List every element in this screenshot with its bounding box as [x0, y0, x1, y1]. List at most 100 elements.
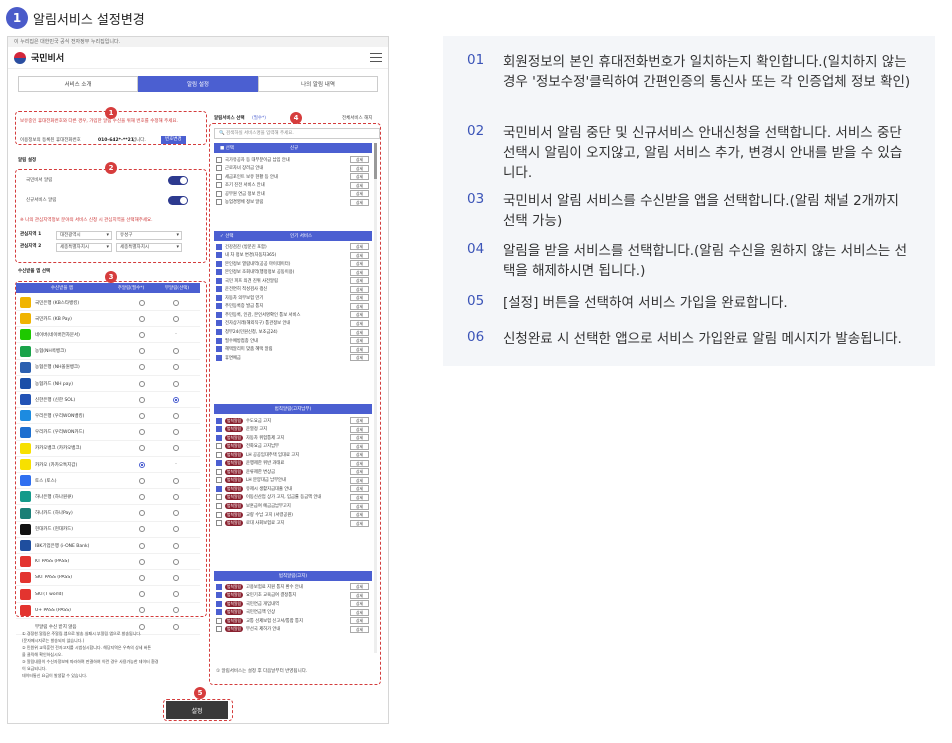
detail-button[interactable]: 상세: [350, 591, 369, 599]
service-checkbox[interactable]: [216, 182, 222, 189]
service-checkbox[interactable]: [216, 260, 222, 267]
detail-button[interactable]: 상세: [350, 260, 369, 268]
service-checkbox[interactable]: [216, 503, 222, 509]
sub-alarm-radio[interactable]: [173, 299, 179, 306]
sub-alarm-radio[interactable]: [173, 526, 179, 533]
detail-button[interactable]: 상세: [350, 451, 369, 459]
service-checkbox[interactable]: [216, 286, 222, 293]
sub-alarm-radio[interactable]: [173, 445, 179, 452]
detail-button[interactable]: 상세: [350, 625, 369, 633]
service-checkbox[interactable]: [216, 252, 222, 259]
sub-alarm-radio[interactable]: [173, 623, 179, 630]
region-sigungu-select[interactable]: 세종특별자치시: [116, 243, 182, 252]
service-checkbox[interactable]: [216, 617, 222, 624]
service-checkbox[interactable]: [216, 173, 222, 180]
main-alarm-radio[interactable]: [139, 331, 145, 338]
main-alarm-radio[interactable]: [139, 396, 145, 403]
detail-button[interactable]: 상세: [350, 198, 369, 206]
sub-alarm-radio[interactable]: [173, 315, 179, 322]
service-checkbox[interactable]: [216, 434, 222, 441]
service-checkbox[interactable]: [216, 190, 222, 197]
sub-alarm-radio[interactable]: [173, 348, 179, 355]
main-alarm-radio[interactable]: [139, 526, 145, 533]
service-checkbox[interactable]: [216, 426, 222, 433]
detail-button[interactable]: 상세: [350, 277, 369, 285]
sub-alarm-radio[interactable]: [173, 591, 179, 598]
detail-button[interactable]: 상세: [350, 164, 369, 172]
service-checkbox[interactable]: [216, 520, 222, 527]
main-alarm-radio[interactable]: [139, 574, 145, 581]
detail-button[interactable]: 상세: [350, 190, 369, 198]
detail-button[interactable]: 상세: [350, 268, 369, 276]
service-checkbox[interactable]: [216, 626, 222, 633]
detail-button[interactable]: 상세: [350, 459, 369, 467]
main-alarm-radio[interactable]: [139, 493, 145, 500]
service-checkbox[interactable]: [216, 468, 222, 475]
detail-button[interactable]: 상세: [350, 617, 369, 625]
detail-button[interactable]: 상세: [350, 251, 369, 259]
service-search-input[interactable]: 🔍 검색하실 서비스명을 입력해 주세요.: [214, 128, 380, 139]
detail-button[interactable]: 상세: [350, 181, 369, 189]
detail-button[interactable]: 상세: [350, 285, 369, 293]
main-alarm-radio[interactable]: [139, 477, 145, 484]
tab-my-alarm-history[interactable]: 나의 알림 내역: [258, 76, 378, 92]
sub-alarm-radio[interactable]: [173, 477, 179, 484]
detail-button[interactable]: 상세: [350, 583, 369, 590]
detail-button[interactable]: 상세: [350, 345, 369, 353]
service-checkbox[interactable]: [216, 243, 222, 250]
service-checkbox[interactable]: [216, 156, 222, 163]
detail-button[interactable]: 상세: [350, 302, 369, 310]
detail-button[interactable]: 상세: [350, 417, 369, 424]
detail-button[interactable]: 상세: [350, 354, 369, 362]
main-alarm-radio[interactable]: [139, 348, 145, 355]
detail-button[interactable]: 상세: [350, 434, 369, 442]
main-alarm-radio[interactable]: [139, 445, 145, 452]
service-scrollbar[interactable]: [374, 143, 377, 653]
service-checkbox[interactable]: [216, 511, 222, 518]
tab-alarm-settings[interactable]: 알림 설정: [138, 76, 258, 92]
detail-button[interactable]: 상세: [350, 600, 369, 608]
detail-button[interactable]: 상세: [350, 485, 369, 493]
service-checkbox[interactable]: [216, 494, 222, 501]
region-sigungu-select[interactable]: 유성구: [116, 231, 182, 240]
main-alarm-radio[interactable]: [139, 364, 145, 371]
service-checkbox[interactable]: [216, 269, 222, 276]
detail-button[interactable]: 상세: [350, 468, 369, 476]
region-sido-select[interactable]: 대전광역시: [56, 231, 112, 240]
service-checkbox[interactable]: [216, 294, 222, 301]
main-alarm-radio[interactable]: [139, 412, 145, 419]
detail-button[interactable]: 상세: [350, 511, 369, 519]
unsubscribe-all-link[interactable]: 전체서비스 해지: [342, 116, 372, 122]
service-checkbox[interactable]: [216, 600, 222, 607]
detail-button[interactable]: 상세: [350, 173, 369, 181]
service-checkbox[interactable]: [216, 320, 222, 327]
detail-button[interactable]: 상세: [350, 502, 369, 510]
region-sido-select[interactable]: 세종특별자치시: [56, 243, 112, 252]
service-checkbox[interactable]: [216, 337, 222, 344]
service-checkbox[interactable]: [216, 451, 222, 458]
main-alarm-radio[interactable]: [139, 607, 145, 614]
service-checkbox[interactable]: [216, 460, 222, 467]
main-alarm-radio[interactable]: [139, 299, 145, 306]
main-alarm-radio[interactable]: [139, 623, 145, 630]
set-button[interactable]: 설정: [166, 701, 228, 719]
detail-button[interactable]: 상세: [350, 328, 369, 336]
main-alarm-radio[interactable]: [139, 380, 145, 387]
toggle-switch[interactable]: [168, 196, 188, 205]
sub-alarm-radio[interactable]: [173, 364, 179, 371]
service-checkbox[interactable]: [216, 592, 222, 599]
main-alarm-radio[interactable]: [139, 558, 145, 565]
service-checkbox[interactable]: [216, 199, 222, 206]
detail-button[interactable]: 상세: [350, 337, 369, 345]
tab-service-intro[interactable]: 서비스 소개: [18, 76, 138, 92]
service-checkbox[interactable]: [216, 354, 222, 361]
main-alarm-radio[interactable]: [139, 429, 145, 436]
sub-alarm-radio[interactable]: [173, 493, 179, 500]
main-alarm-radio[interactable]: [139, 315, 145, 322]
service-checkbox[interactable]: [216, 609, 222, 616]
detail-button[interactable]: 상세: [350, 442, 369, 450]
detail-button[interactable]: 상세: [350, 156, 369, 163]
service-checkbox[interactable]: [216, 485, 222, 492]
detail-button[interactable]: 상세: [350, 311, 369, 319]
hamburger-menu-icon[interactable]: [370, 53, 382, 62]
